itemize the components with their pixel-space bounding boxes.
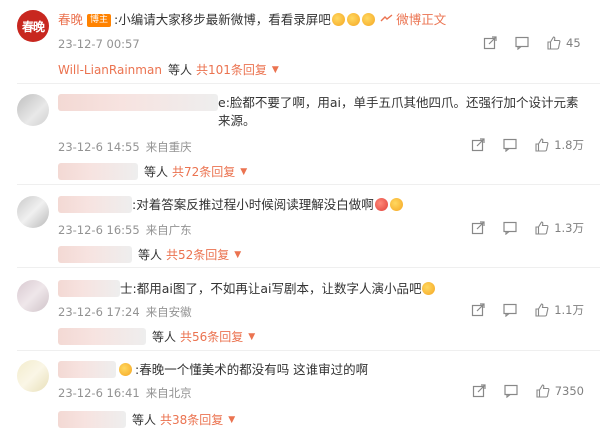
comment-text: e:脸都不要了啊，用ai，单手五爪其他四爪。还强行加个设计元素来源。 xyxy=(218,95,579,128)
blogger-badge: 博主 xyxy=(87,14,112,27)
caret-down-icon[interactable]: ▼ xyxy=(240,167,247,177)
comment-actions: 1.8万 xyxy=(454,137,584,153)
comment-icon[interactable] xyxy=(502,220,518,236)
like-count: 1.8万 xyxy=(554,138,584,152)
avatar[interactable] xyxy=(17,196,49,228)
comment-time: 23-12-6 16:55 xyxy=(58,223,140,237)
reply-summary[interactable]: 等人 共52条回复 ▼ xyxy=(58,246,241,263)
caret-down-icon[interactable]: ▼ xyxy=(228,415,235,425)
share-icon[interactable] xyxy=(471,383,487,399)
reply-etc: 等人 xyxy=(152,330,177,344)
emoji-icon xyxy=(331,13,345,26)
share-icon[interactable] xyxy=(470,220,486,236)
reply-username[interactable]: Will-LianRainman xyxy=(58,63,162,77)
comment-text: :对着答案反推过程小时候阅读理解没白做啊 xyxy=(132,197,374,212)
reply-summary[interactable]: Will-LianRainman 等人 共101条回复 ▼ xyxy=(58,61,279,78)
like-icon[interactable] xyxy=(546,35,562,51)
reply-total[interactable]: 共38条回复 xyxy=(160,411,223,428)
comment-meta: 23-12-7 00:57 xyxy=(58,37,140,51)
comment-location: 来自安徽 xyxy=(145,305,192,319)
share-icon[interactable] xyxy=(470,137,486,153)
emoji-icon xyxy=(422,282,436,295)
avatar[interactable] xyxy=(17,280,49,312)
reply-etc: 等人 xyxy=(138,248,163,262)
reply-total[interactable]: 共101条回复 xyxy=(196,61,267,78)
emoji-icon xyxy=(346,13,360,26)
emoji-icon xyxy=(119,363,132,376)
emoji-icon xyxy=(389,198,403,211)
link-icon xyxy=(380,14,397,27)
comment-location: 来自广东 xyxy=(145,223,192,237)
comment-meta: 23-12-6 14:55 来自重庆 xyxy=(58,139,192,155)
like-count: 7350 xyxy=(554,384,584,398)
avatar[interactable] xyxy=(17,94,49,126)
comment-meta: 23-12-6 16:55 来自广东 xyxy=(58,222,192,238)
comment-icon[interactable] xyxy=(514,35,530,51)
comment-text: :小编请大家移步最新微博，看看录屏吧 xyxy=(114,12,331,27)
blurred-username[interactable] xyxy=(58,280,120,297)
comment-time: 23-12-6 14:55 xyxy=(58,140,140,154)
emoji-icon xyxy=(374,198,388,211)
username[interactable]: 春晚 xyxy=(58,12,83,27)
comment-time: 23-12-6 16:41 xyxy=(58,386,140,400)
divider xyxy=(17,83,600,84)
like-icon[interactable] xyxy=(535,383,551,399)
share-icon[interactable] xyxy=(470,302,486,318)
comment-actions: 7350 xyxy=(455,383,584,399)
avatar[interactable]: 春晚 xyxy=(17,10,49,42)
caret-down-icon[interactable]: ▼ xyxy=(272,65,279,75)
blurred-reply-username[interactable] xyxy=(58,163,138,180)
reply-etc: 等人 xyxy=(144,165,169,179)
comment-content: :春晚一个懂美术的都没有吗 这谁审过的啊 xyxy=(58,361,368,379)
comment-time: 23-12-6 17:24 xyxy=(58,305,140,319)
like-icon[interactable] xyxy=(534,302,550,318)
like-count: 1.1万 xyxy=(554,303,584,317)
like-icon[interactable] xyxy=(534,220,550,236)
reply-summary[interactable]: 等人 共38条回复 ▼ xyxy=(58,411,235,428)
blurred-username[interactable] xyxy=(58,196,132,213)
like-count: 1.3万 xyxy=(554,221,584,235)
comment-actions: 45 xyxy=(466,35,584,51)
weibo-link[interactable]: 微博正文 xyxy=(396,12,446,27)
reply-etc: 等人 xyxy=(167,63,192,77)
divider xyxy=(17,350,600,351)
comment-icon[interactable] xyxy=(502,302,518,318)
comment-location: 来自北京 xyxy=(145,386,192,400)
divider xyxy=(17,184,600,185)
comment-meta: 23-12-6 16:41 来自北京 xyxy=(58,385,192,401)
like-count: 45 xyxy=(566,36,581,50)
comment-content: e:脸都不要了啊，用ai，单手五爪其他四爪。还强行加个设计元素来源。 xyxy=(58,94,588,130)
comment-meta: 23-12-6 17:24 来自安徽 xyxy=(58,304,192,320)
reply-summary[interactable]: 等人 共72条回复 ▼ xyxy=(58,163,247,180)
comment-actions: 1.3万 xyxy=(454,220,584,236)
comment-content: 春晚 博主:小编请大家移步最新微博，看看录屏吧 微博正文 xyxy=(58,11,446,30)
blurred-username[interactable] xyxy=(58,94,218,111)
share-icon[interactable] xyxy=(482,35,498,51)
comment-content: :对着答案反推过程小时候阅读理解没白做啊 xyxy=(58,196,404,214)
comment-icon[interactable] xyxy=(503,383,519,399)
blurred-reply-username[interactable] xyxy=(58,411,126,428)
comment-content: 士:都用ai图了，不如再让ai写剧本，让数字人演小品吧 xyxy=(58,280,436,298)
reply-total[interactable]: 共56条回复 xyxy=(180,328,243,345)
comment-time: 23-12-7 00:57 xyxy=(58,37,140,51)
comment-list: 春晚 春晚 博主:小编请大家移步最新微博，看看录屏吧 微博正文 23-12-7 0… xyxy=(0,0,600,446)
reply-etc: 等人 xyxy=(132,413,157,427)
comment-text: :春晚一个懂美术的都没有吗 这谁审过的啊 xyxy=(135,362,369,377)
reply-total[interactable]: 共52条回复 xyxy=(166,246,229,263)
reply-summary[interactable]: 等人 共56条回复 ▼ xyxy=(58,328,255,345)
caret-down-icon[interactable]: ▼ xyxy=(248,332,255,342)
divider xyxy=(17,267,600,268)
caret-down-icon[interactable]: ▼ xyxy=(234,250,241,260)
blurred-reply-username[interactable] xyxy=(58,246,132,263)
emoji-icon xyxy=(361,13,375,26)
reply-total[interactable]: 共72条回复 xyxy=(172,163,235,180)
blurred-reply-username[interactable] xyxy=(58,328,146,345)
comment-actions: 1.1万 xyxy=(454,302,584,318)
comment-location: 来自重庆 xyxy=(145,140,192,154)
comment-text: 士:都用ai图了，不如再让ai写剧本，让数字人演小品吧 xyxy=(120,281,422,296)
like-icon[interactable] xyxy=(534,137,550,153)
blurred-username[interactable] xyxy=(58,361,116,378)
avatar[interactable] xyxy=(17,360,49,392)
comment-icon[interactable] xyxy=(502,137,518,153)
